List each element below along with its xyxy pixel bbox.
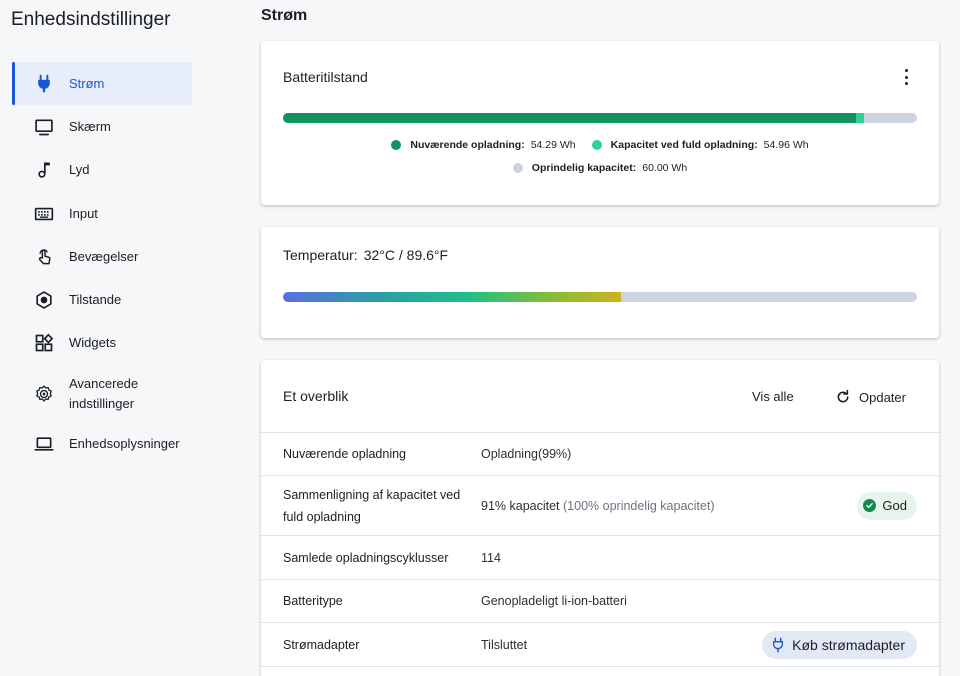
- legend-dot: [391, 140, 402, 150]
- widgets-grid-icon: [32, 331, 56, 355]
- app-title: Enhedsindstillinger: [11, 9, 171, 30]
- legend-label: Kapacitet ved fuld opladning:: [610, 139, 758, 151]
- table-row: Samlede opladningscyklusser 114: [261, 536, 939, 580]
- battery-capacity-bar: [283, 113, 917, 123]
- refresh-label: Opdater: [859, 389, 906, 405]
- legend-value: 54.29 Wh: [530, 139, 576, 151]
- page-title: Strøm: [261, 7, 308, 24]
- overview-title: Et overblik: [283, 388, 349, 404]
- more-options-icon[interactable]: [901, 69, 911, 85]
- sidebar-item-label: Strøm: [69, 75, 105, 91]
- refresh-icon: [837, 389, 849, 403]
- plug-icon: [773, 637, 784, 652]
- sidebar-nav: Strøm Skærm Lyd Input Bevægelser Tilstan…: [12, 62, 192, 465]
- sidebar-item-input[interactable]: Input: [12, 192, 192, 235]
- legend-label: Nuværende opladning:: [410, 139, 525, 151]
- sidebar-item-sound[interactable]: Lyd: [12, 149, 192, 192]
- temperature-fill: [283, 292, 621, 302]
- temperature-bar: [283, 292, 917, 302]
- capacity-percent: 91% kapacitet: [481, 498, 560, 513]
- status-badge: God: [857, 491, 917, 520]
- overview-card: Et overblik Vis alle Opdater Nuværende o…: [261, 360, 939, 676]
- row-key: Strømadapter: [283, 637, 360, 652]
- sidebar-item-label: Avancerede indstillinger: [69, 375, 139, 411]
- sidebar-item-advanced[interactable]: Avancerede indstillinger: [12, 365, 192, 422]
- temperature-readout: Temperatur: 32°C / 89.6°F: [283, 247, 448, 263]
- touch-gesture-icon: [32, 245, 56, 269]
- row-key: Batteritype: [283, 594, 343, 608]
- legend-full-capacity: Kapacitet ved fuld opladning: 54.96 Wh: [591, 139, 809, 151]
- sidebar-item-modes[interactable]: Tilstande: [12, 278, 192, 321]
- original-capacity-note: (100% oprindelig kapacitet): [563, 498, 715, 513]
- table-row: Batteritype Genopladeligt li-ion-batteri: [261, 580, 939, 623]
- row-value: 114: [481, 550, 501, 565]
- table-row: Strømadapter Tilsluttet Køb strømadapter: [261, 623, 939, 667]
- row-key: Samlede opladningscyklusser: [283, 550, 449, 565]
- legend-value: 60.00 Wh: [642, 162, 688, 174]
- sidebar-item-label: Tilstande: [69, 292, 122, 308]
- legend-value: 54.96 Wh: [763, 139, 809, 151]
- battery-health-title: Batteritilstand: [283, 69, 368, 85]
- battery-legend: Nuværende opladning: 54.29 Wh Kapacitet …: [261, 139, 939, 151]
- battery-legend-row-2: Oprindelig kapacitet: 60.00 Wh: [261, 162, 939, 174]
- table-row: Nuværende opladning Opladning(99%): [261, 433, 939, 476]
- row-value: Tilsluttet: [481, 637, 528, 652]
- legend-original-capacity: Oprindelig kapacitet: 60.00 Wh: [512, 162, 688, 174]
- sidebar-item-label: Lyd: [69, 162, 90, 178]
- music-note-icon: [32, 158, 56, 182]
- legend-current-charge: Nuværende opladning: 54.29 Wh: [391, 139, 576, 151]
- row-value: Opladning(99%): [481, 447, 572, 461]
- buy-adapter-button[interactable]: Køb strømadapter: [762, 630, 917, 659]
- monitor-icon: [32, 115, 56, 139]
- refresh-button[interactable]: Opdater: [835, 389, 906, 405]
- temperature-value: 32°C / 89.6°F: [363, 247, 449, 263]
- hexagon-mode-icon: [32, 288, 56, 312]
- gear-icon: [32, 382, 56, 406]
- current-charge-segment: [283, 113, 856, 123]
- status-badge-label: God: [882, 498, 907, 513]
- row-value: 91% kapacitet (100% oprindelig kapacitet…: [481, 499, 715, 513]
- buy-adapter-label: Køb strømadapter: [792, 636, 905, 653]
- keyboard-icon: [32, 202, 56, 226]
- sidebar-item-label: Widgets: [69, 335, 116, 351]
- sidebar-item-label: Skærm: [69, 118, 111, 134]
- sidebar-item-widgets[interactable]: Widgets: [12, 322, 192, 365]
- row-key: Nuværende opladning: [283, 447, 407, 461]
- table-row: Sammenligning af kapacitet ved fuld opla…: [261, 476, 939, 536]
- row-value: Genopladeligt li-ion-batteri: [481, 594, 627, 608]
- sidebar-item-label: Enhedsoplysninger: [69, 435, 180, 451]
- legend-dot: [591, 140, 602, 150]
- plug-icon: [32, 72, 56, 96]
- battery-health-card: Batteritilstand Nuværende opladning: 54.…: [261, 41, 939, 205]
- legend-dot: [512, 163, 523, 173]
- sidebar-item-display[interactable]: Skærm: [12, 105, 192, 148]
- temperature-card: Temperatur: 32°C / 89.6°F: [261, 227, 939, 338]
- check-icon: [863, 499, 877, 512]
- laptop-icon: [32, 432, 56, 456]
- legend-label: Oprindelig kapacitet:: [531, 162, 637, 174]
- sidebar-item-gestures[interactable]: Bevægelser: [12, 235, 192, 278]
- sidebar-item-label: Bevægelser: [69, 248, 139, 264]
- sidebar-item-label: Input: [69, 205, 98, 221]
- row-key: Sammenligning af kapacitet ved fuld opla…: [283, 487, 461, 524]
- temperature-label: Temperatur:: [283, 247, 358, 263]
- overview-header: Et overblik Vis alle Opdater: [261, 360, 939, 433]
- show-all-button[interactable]: Vis alle: [752, 389, 794, 404]
- sidebar-item-power[interactable]: Strøm: [12, 62, 192, 106]
- sidebar-item-device-info[interactable]: Enhedsoplysninger: [12, 422, 192, 465]
